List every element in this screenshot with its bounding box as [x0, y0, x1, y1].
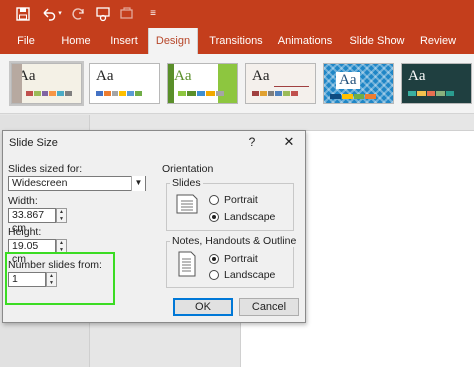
notes-group-label: Notes, Handouts & Outline	[170, 235, 299, 247]
theme-thumbnail[interactable]: Aa	[89, 63, 160, 104]
theme-thumbnail[interactable]: Aa	[401, 63, 472, 104]
tab-review[interactable]: Review	[414, 28, 462, 54]
notes-landscape-label: Landscape	[224, 269, 276, 281]
theme-thumbnail[interactable]: Aa	[245, 63, 316, 104]
tab-file[interactable]: File	[8, 28, 44, 54]
design-ribbon: Aa Aa Aa Aa Aa Aa	[0, 54, 474, 114]
ok-button[interactable]: OK	[173, 298, 233, 316]
theme-aa-label: Aa	[408, 68, 426, 84]
landscape-page-icon	[176, 194, 198, 214]
tab-slide-show[interactable]: Slide Show	[345, 28, 409, 54]
touch-mode-icon[interactable]	[118, 5, 136, 23]
slides-landscape-radio[interactable]	[209, 212, 219, 222]
ribbon-tabs: File Home Insert Design Transitions Anim…	[0, 28, 474, 54]
width-label: Width:	[8, 195, 38, 207]
notes-landscape-radio[interactable]	[209, 270, 219, 280]
highlight-box	[5, 252, 115, 305]
slides-portrait-label: Portrait	[224, 194, 258, 206]
save-icon[interactable]	[14, 5, 32, 23]
tab-transitions[interactable]: Transitions	[205, 28, 267, 54]
chevron-down-icon[interactable]: ▼	[131, 176, 145, 191]
spin-down-icon[interactable]: ▼	[57, 216, 66, 223]
slides-group-label: Slides	[170, 177, 203, 189]
width-spinner[interactable]: ▲ ▼	[56, 208, 67, 223]
slides-landscape-label: Landscape	[224, 211, 276, 223]
portrait-page-icon	[178, 251, 196, 277]
theme-thumbnail[interactable]: Aa	[9, 61, 84, 106]
notes-portrait-label: Portrait	[224, 253, 258, 265]
height-label: Height:	[8, 226, 42, 238]
tab-insert[interactable]: Insert	[104, 28, 144, 54]
theme-aa-label: Aa	[252, 68, 270, 84]
title-bar: ▾ ≡	[0, 0, 474, 28]
present-from-beginning-icon[interactable]	[94, 5, 112, 23]
tab-animations[interactable]: Animations	[274, 28, 336, 54]
close-button[interactable]: ✕	[281, 134, 297, 150]
theme-aa-label: Aa	[336, 72, 360, 89]
slides-sized-for-value: Widescreen	[12, 177, 68, 189]
help-button[interactable]: ?	[244, 134, 260, 150]
theme-thumbnail[interactable]: Aa	[323, 63, 394, 104]
notes-portrait-radio[interactable]	[209, 254, 219, 264]
redo-icon[interactable]	[70, 5, 88, 23]
dialog-title: Slide Size	[9, 137, 58, 149]
customize-qat-icon[interactable]: ≡	[144, 5, 162, 23]
theme-aa-label: Aa	[174, 68, 192, 84]
cancel-button[interactable]: Cancel	[239, 298, 299, 316]
tab-home[interactable]: Home	[55, 28, 97, 54]
width-input[interactable]: 33.867 cm	[8, 208, 56, 234]
slides-portrait-radio[interactable]	[209, 195, 219, 205]
slides-sized-for-label: Slides sized for:	[8, 163, 83, 175]
theme-aa-label: Aa	[96, 68, 114, 84]
undo-dropdown-icon[interactable]: ▾	[55, 5, 65, 23]
tab-design[interactable]: Design	[148, 28, 198, 54]
theme-thumbnail[interactable]: Aa	[167, 63, 238, 104]
orientation-label: Orientation	[162, 163, 214, 175]
slides-sized-for-select[interactable]: Widescreen ▼	[8, 176, 146, 191]
